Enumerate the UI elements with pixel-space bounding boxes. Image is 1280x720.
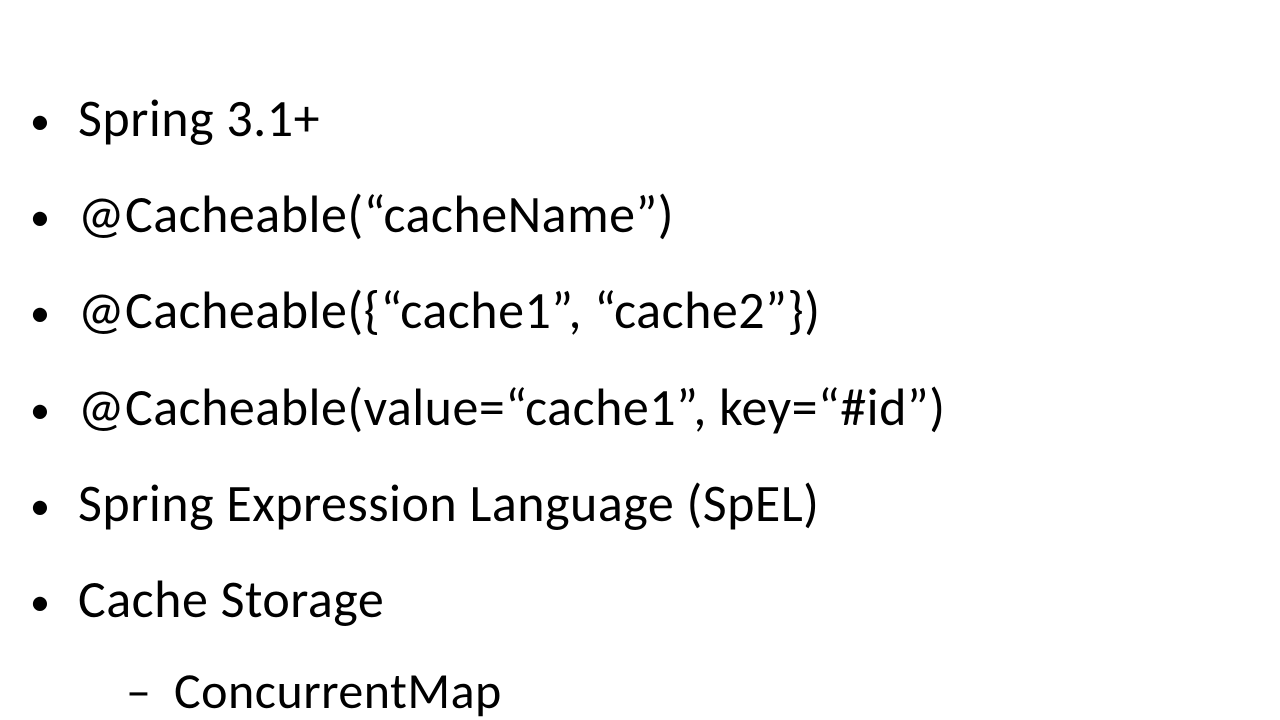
list-item: @Cacheable(value=“cache1”, key=“#id”): [30, 359, 1250, 455]
list-item: Spring Expression Language (SpEL): [30, 455, 1250, 551]
list-item: @Cacheable({“cache1”, “cache2”}): [30, 262, 1250, 358]
list-item: @Cacheable(“cacheName”): [30, 166, 1250, 262]
sub-bullet-list: ConcurrentMap: [126, 647, 1250, 720]
list-item: ConcurrentMap: [126, 647, 1250, 720]
list-item: Cache Storage: [30, 551, 1250, 647]
bullet-list: Spring 3.1+ @Cacheable(“cacheName”) @Cac…: [30, 70, 1250, 647]
list-item: Spring 3.1+: [30, 70, 1250, 166]
slide-content: Spring 3.1+ @Cacheable(“cacheName”) @Cac…: [0, 0, 1280, 720]
